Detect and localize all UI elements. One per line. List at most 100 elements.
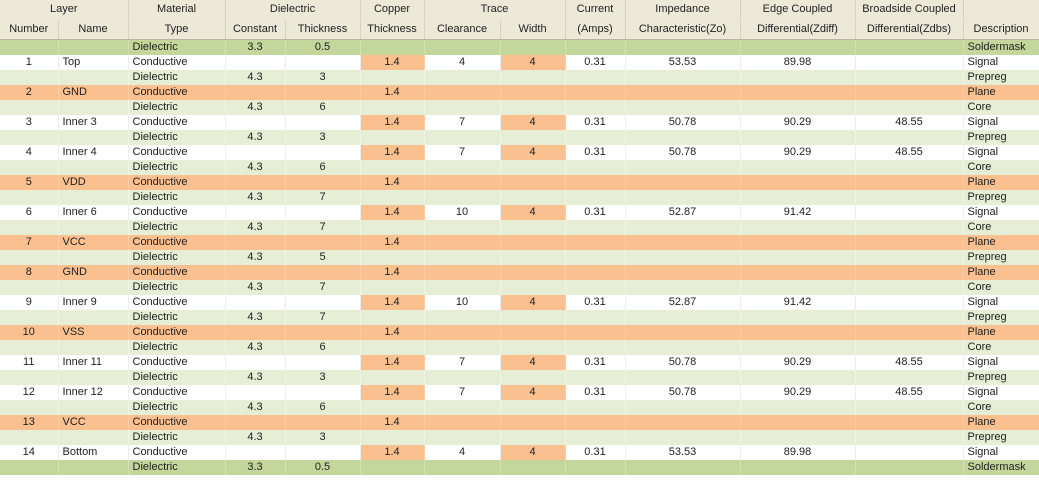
cell-current[interactable]: 0.31 — [565, 385, 626, 400]
cell-cthick[interactable]: 1.4 — [360, 415, 425, 430]
cell-constant[interactable] — [225, 145, 286, 160]
cell-name[interactable]: Inner 6 — [58, 205, 129, 220]
cell-clearance[interactable] — [424, 85, 501, 100]
cell-zdbs[interactable] — [855, 280, 964, 295]
cell-clearance[interactable] — [424, 250, 501, 265]
cell-name[interactable]: Inner 9 — [58, 295, 129, 310]
cell-constant[interactable] — [225, 55, 286, 70]
table-row[interactable]: 2 GND Conductive 1.4 Plane — [0, 85, 1039, 100]
cell-zdbs[interactable] — [855, 190, 964, 205]
cell-zdbs[interactable] — [855, 340, 964, 355]
cell-type[interactable]: Conductive — [128, 445, 226, 460]
cell-constant[interactable] — [225, 175, 286, 190]
cell-clearance[interactable] — [424, 340, 501, 355]
cell-dthick[interactable]: 3 — [285, 130, 361, 145]
cell-zdbs[interactable] — [855, 460, 964, 475]
cell-width[interactable] — [500, 265, 566, 280]
cell-number[interactable] — [0, 400, 59, 415]
cell-current[interactable] — [565, 250, 626, 265]
cell-number[interactable] — [0, 460, 59, 475]
cell-description[interactable]: Signal — [963, 385, 1039, 400]
cell-clearance[interactable] — [424, 70, 501, 85]
cell-cthick[interactable] — [360, 370, 425, 385]
cell-clearance[interactable] — [424, 175, 501, 190]
cell-current[interactable] — [565, 430, 626, 445]
cell-zdiff[interactable]: 90.29 — [740, 385, 856, 400]
cell-number[interactable] — [0, 430, 59, 445]
cell-zdbs[interactable] — [855, 55, 964, 70]
cell-zdiff[interactable] — [740, 460, 856, 475]
cell-dthick[interactable] — [285, 85, 361, 100]
cell-constant[interactable]: 3.3 — [225, 39, 286, 55]
cell-width[interactable] — [500, 370, 566, 385]
cell-width[interactable] — [500, 130, 566, 145]
cell-dthick[interactable]: 6 — [285, 400, 361, 415]
cell-number[interactable] — [0, 220, 59, 235]
cell-width[interactable] — [500, 460, 566, 475]
cell-dthick[interactable]: 3 — [285, 430, 361, 445]
cell-constant[interactable] — [225, 265, 286, 280]
cell-width[interactable] — [500, 70, 566, 85]
cell-current[interactable] — [565, 220, 626, 235]
cell-name[interactable] — [58, 400, 129, 415]
cell-dthick[interactable]: 5 — [285, 250, 361, 265]
cell-zo[interactable] — [625, 400, 741, 415]
cell-description[interactable]: Signal — [963, 445, 1039, 460]
cell-constant[interactable] — [225, 205, 286, 220]
cell-number[interactable] — [0, 340, 59, 355]
cell-dthick[interactable]: 7 — [285, 310, 361, 325]
cell-name[interactable] — [58, 460, 129, 475]
cell-number[interactable]: 10 — [0, 325, 59, 340]
cell-zdbs[interactable] — [855, 39, 964, 55]
cell-width[interactable]: 4 — [500, 445, 566, 460]
cell-description[interactable]: Plane — [963, 415, 1039, 430]
cell-name[interactable] — [58, 130, 129, 145]
cell-clearance[interactable]: 7 — [424, 145, 501, 160]
cell-zdiff[interactable]: 90.29 — [740, 115, 856, 130]
cell-current[interactable] — [565, 340, 626, 355]
cell-cthick[interactable]: 1.4 — [360, 265, 425, 280]
cell-cthick[interactable] — [360, 310, 425, 325]
cell-clearance[interactable] — [424, 370, 501, 385]
cell-dthick[interactable] — [285, 265, 361, 280]
cell-zo[interactable] — [625, 70, 741, 85]
cell-type[interactable]: Dielectric — [128, 250, 226, 265]
cell-description[interactable]: Signal — [963, 295, 1039, 310]
cell-zo[interactable] — [625, 100, 741, 115]
cell-type[interactable]: Dielectric — [128, 340, 226, 355]
cell-zo[interactable] — [625, 280, 741, 295]
cell-zo[interactable] — [625, 39, 741, 55]
cell-dthick[interactable] — [285, 235, 361, 250]
cell-constant[interactable]: 4.3 — [225, 310, 286, 325]
cell-clearance[interactable] — [424, 280, 501, 295]
cell-name[interactable]: VSS — [58, 325, 129, 340]
cell-width[interactable] — [500, 100, 566, 115]
cell-name[interactable] — [58, 280, 129, 295]
table-row[interactable]: Dielectric 4.3 3 Prepreg — [0, 70, 1039, 85]
table-row[interactable]: Dielectric 4.3 3 Prepreg — [0, 370, 1039, 385]
cell-zdiff[interactable]: 90.29 — [740, 355, 856, 370]
cell-cthick[interactable]: 1.4 — [360, 55, 425, 70]
cell-cthick[interactable]: 1.4 — [360, 355, 425, 370]
cell-name[interactable]: Bottom — [58, 445, 129, 460]
cell-dthick[interactable] — [285, 385, 361, 400]
table-row[interactable]: Dielectric 4.3 6 Core — [0, 340, 1039, 355]
cell-description[interactable]: Signal — [963, 355, 1039, 370]
cell-clearance[interactable] — [424, 220, 501, 235]
cell-zo[interactable]: 50.78 — [625, 385, 741, 400]
cell-description[interactable]: Core — [963, 100, 1039, 115]
cell-cthick[interactable]: 1.4 — [360, 85, 425, 100]
cell-current[interactable] — [565, 265, 626, 280]
cell-number[interactable] — [0, 250, 59, 265]
cell-zdiff[interactable] — [740, 250, 856, 265]
cell-cthick[interactable] — [360, 130, 425, 145]
cell-width[interactable] — [500, 250, 566, 265]
table-row[interactable]: Dielectric 4.3 5 Prepreg — [0, 250, 1039, 265]
cell-number[interactable]: 14 — [0, 445, 59, 460]
cell-cthick[interactable] — [360, 340, 425, 355]
cell-dthick[interactable] — [285, 115, 361, 130]
table-row[interactable]: 13 VCC Conductive 1.4 Plane — [0, 415, 1039, 430]
cell-constant[interactable]: 4.3 — [225, 160, 286, 175]
cell-zdbs[interactable] — [855, 265, 964, 280]
cell-width[interactable]: 4 — [500, 145, 566, 160]
